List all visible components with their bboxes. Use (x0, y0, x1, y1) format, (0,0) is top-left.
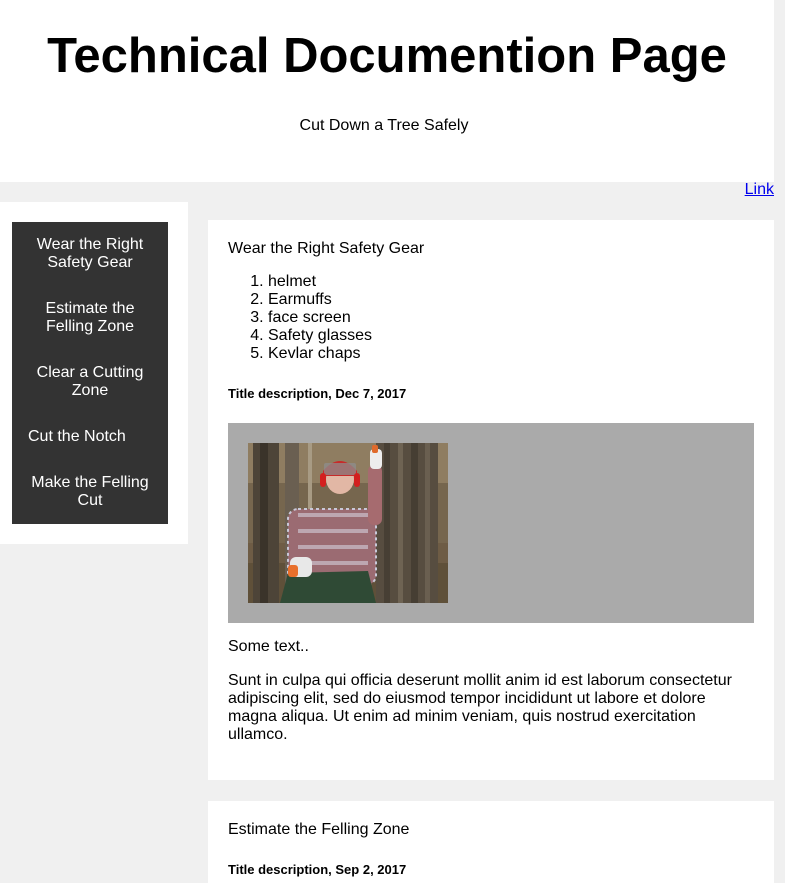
list-item: Safety glasses (268, 327, 372, 345)
page-header: Technical Documention Page Cut Down a Tr… (0, 0, 774, 182)
image-container (228, 423, 754, 623)
page-title: Technical Documention Page (47, 29, 727, 83)
section-paragraph: Sunt in culpa qui officia deserunt molli… (228, 672, 732, 743)
section-heading: Wear the Right Safety Gear (228, 240, 425, 257)
section-date: Title description, Sep 2, 2017 (228, 862, 407, 877)
nav-item-cutting-zone[interactable]: Clear a Cutting Zone (32, 364, 148, 400)
nav-item-felling-zone[interactable]: Estimate the Felling Zone (32, 300, 148, 336)
scrollbar-track[interactable] (774, 0, 785, 883)
list-item: Kevlar chaps (268, 345, 372, 363)
list-item: Earmuffs (268, 291, 372, 309)
section-safety-gear: Wear the Right Safety Gear helmet Earmuf… (208, 220, 774, 780)
top-link[interactable]: Link (745, 181, 774, 199)
list-item: helmet (268, 273, 372, 291)
nav-item-notch[interactable]: Cut the Notch (28, 428, 126, 446)
nav-item-safety-gear[interactable]: Wear the Right Safety Gear (32, 236, 148, 272)
section-heading: Estimate the Felling Zone (228, 821, 410, 838)
section-felling-zone: Estimate the Felling Zone Title descript… (208, 801, 774, 883)
navbar: Wear the Right Safety Gear Estimate the … (12, 222, 168, 524)
list-item: face screen (268, 309, 372, 327)
page-subtitle: Cut Down a Tree Safely (299, 117, 469, 134)
short-text: Some text.. (228, 638, 309, 655)
section-date: Title description, Dec 7, 2017 (228, 386, 407, 401)
lumberjack-photo (248, 443, 448, 603)
nav-item-felling-cut[interactable]: Make the Felling Cut (28, 474, 152, 510)
safety-gear-list: helmet Earmuffs face screen Safety glass… (228, 273, 372, 363)
